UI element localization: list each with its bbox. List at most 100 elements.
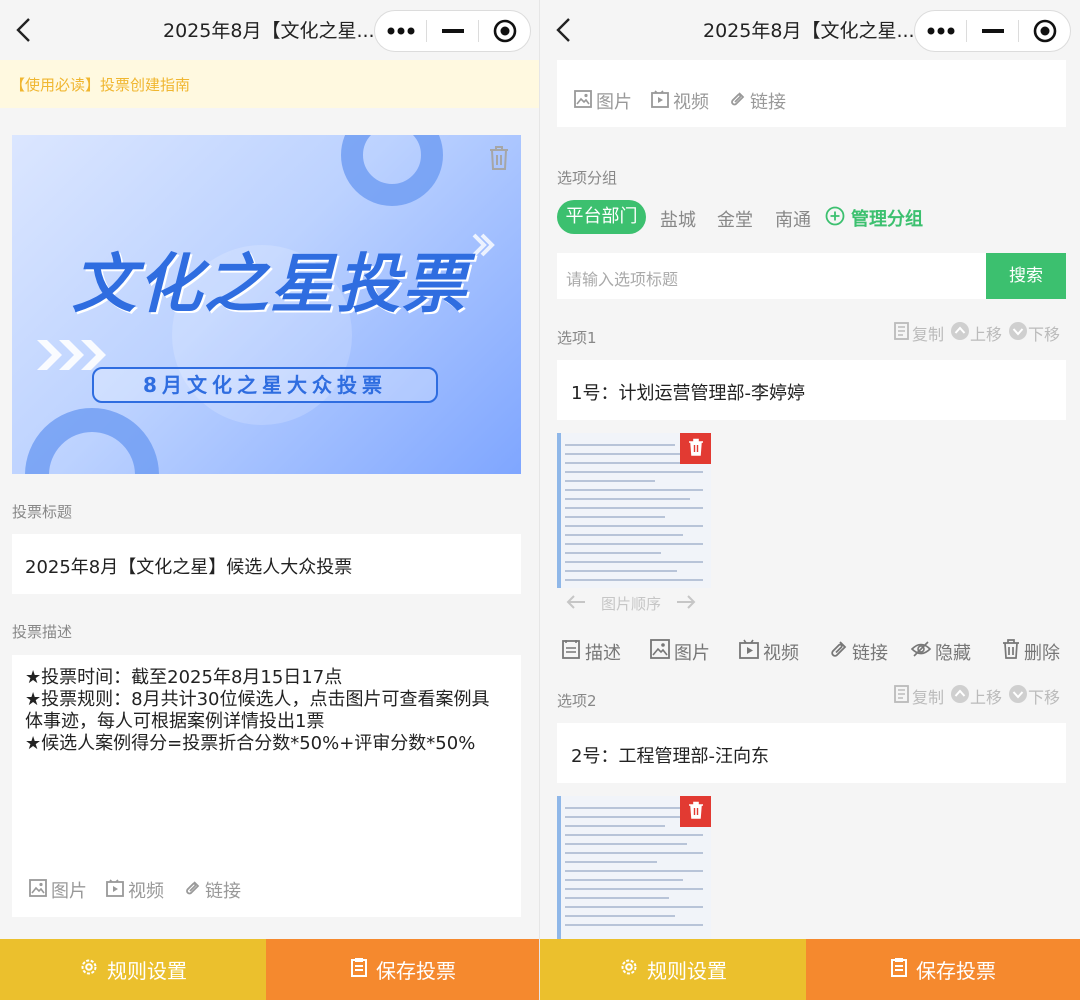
nav-title: 2025年8月【文化之星... <box>163 20 373 42</box>
group-field-label: 选项分组 <box>557 169 618 187</box>
group-tag[interactable]: 南通 <box>775 206 811 232</box>
delete-cover-icon[interactable] <box>487 145 511 175</box>
option-label: 选项2 <box>557 692 597 710</box>
option-operations: 复制 上移 下移 <box>886 684 1060 708</box>
option-title-input[interactable]: 1号：计划运营管理部-李婷婷 <box>557 360 1066 420</box>
close-target-icon[interactable] <box>1019 11 1070 51</box>
arrow-up-circle-icon <box>950 321 970 345</box>
option-delete-label: 删除 <box>1024 642 1060 664</box>
more-icon[interactable] <box>375 11 426 51</box>
group-tag-active[interactable]: 平台部门 <box>557 200 646 234</box>
copy-button[interactable]: 复制 <box>892 321 944 345</box>
banner-title: 文化之星投票 <box>72 248 468 322</box>
add-video-label: 视频 <box>673 92 709 113</box>
back-icon[interactable] <box>552 16 576 44</box>
rules-settings-button[interactable]: 规则设置 <box>0 939 266 1000</box>
title-field-label: 投票标题 <box>12 503 73 521</box>
arrow-left-icon[interactable] <box>565 594 587 614</box>
description-line: ★候选人案例得分=投票折合分数*50%+评审分数*50% <box>25 733 476 754</box>
option-link-button[interactable]: 链接 <box>827 638 888 665</box>
option-title-value: 1号：计划运营管理部-李婷婷 <box>571 383 805 404</box>
move-up-label: 上移 <box>970 325 1003 344</box>
arrow-down-circle-icon <box>1008 321 1028 345</box>
move-down-button[interactable]: 下移 <box>1008 321 1060 345</box>
option-label: 选项1 <box>557 329 597 347</box>
usage-guide-link[interactable]: 【使用必读】投票创建指南 <box>0 60 539 108</box>
gear-icon <box>79 957 107 982</box>
option-hide-button[interactable]: 隐藏 <box>910 638 971 665</box>
group-tag[interactable]: 金堂 <box>717 206 753 232</box>
add-image-button[interactable]: 图片 <box>28 877 87 903</box>
description-tools: 图片 视频 链接 <box>573 88 804 114</box>
add-image-label: 图片 <box>596 92 632 113</box>
nav-bar: 2025年8月【文化之星... <box>0 0 539 60</box>
option-tools: 描述 图片 视频 链接 隐藏 删除 <box>560 638 1060 665</box>
move-up-button[interactable]: 上移 <box>950 684 1002 708</box>
option-image-button[interactable]: 图片 <box>649 638 710 665</box>
move-up-button[interactable]: 上移 <box>950 321 1002 345</box>
document-icon <box>560 638 585 665</box>
trash-icon <box>1001 638 1024 665</box>
add-link-button[interactable]: 链接 <box>182 877 241 903</box>
option-title-value: 2号：工程管理部-汪向东 <box>571 746 769 767</box>
copy-label: 复制 <box>912 325 945 344</box>
arrow-right-icon[interactable] <box>675 594 697 614</box>
banner-subtitle: 8月文化之星大众投票 <box>92 367 438 403</box>
rules-settings-label: 规则设置 <box>107 959 187 983</box>
delete-image-button[interactable] <box>680 433 711 464</box>
add-link-button[interactable]: 链接 <box>727 88 786 114</box>
bottom-action-bar: 规则设置 保存投票 <box>540 939 1080 1000</box>
add-video-button[interactable]: 视频 <box>105 877 164 903</box>
option-title-input[interactable]: 2号：工程管理部-汪向东 <box>557 723 1066 783</box>
eye-off-icon <box>910 638 935 665</box>
plus-circle-icon <box>825 206 845 231</box>
option-search-input[interactable]: 请输入选项标题 <box>557 253 987 299</box>
option-delete-button[interactable]: 删除 <box>1001 638 1060 665</box>
close-target-icon[interactable] <box>479 11 530 51</box>
option-image-thumbnail[interactable] <box>557 433 711 588</box>
link-icon <box>827 638 852 665</box>
group-tag[interactable]: 盐城 <box>660 206 696 232</box>
add-video-label: 视频 <box>128 881 164 902</box>
move-down-label: 下移 <box>1028 325 1061 344</box>
thumb-edge <box>557 796 561 939</box>
option-image-thumbnail[interactable] <box>557 796 711 939</box>
option-desc-button[interactable]: 描述 <box>560 638 621 665</box>
back-icon[interactable] <box>12 16 36 44</box>
manage-groups-button[interactable]: 管理分组 <box>825 205 923 231</box>
delete-image-button[interactable] <box>680 796 711 827</box>
save-vote-button[interactable]: 保存投票 <box>266 939 539 1000</box>
minimize-icon[interactable] <box>427 11 478 51</box>
vote-title-input[interactable]: 2025年8月【文化之星】候选人大众投票 <box>12 534 521 594</box>
search-button[interactable]: 搜索 <box>986 253 1066 299</box>
copy-button[interactable]: 复制 <box>892 684 944 708</box>
rules-settings-label: 规则设置 <box>647 959 727 983</box>
more-icon[interactable] <box>915 11 966 51</box>
add-video-button[interactable]: 视频 <box>650 88 709 114</box>
option-link-label: 链接 <box>852 642 888 664</box>
option-video-label: 视频 <box>763 642 799 664</box>
clipboard-icon <box>350 957 376 982</box>
video-icon <box>738 638 763 665</box>
add-image-button[interactable]: 图片 <box>573 88 632 114</box>
search-placeholder: 请输入选项标题 <box>566 270 679 289</box>
vote-description-input[interactable]: ★投票时间：截至2025年8月15日17点 ★投票规则：8月共计30位候选人，点… <box>12 655 521 917</box>
move-down-button[interactable]: 下移 <box>1008 684 1060 708</box>
trash-icon <box>688 801 704 823</box>
video-icon <box>105 878 128 903</box>
mini-program-capsule <box>374 10 531 52</box>
minimize-icon[interactable] <box>967 11 1018 51</box>
cover-banner[interactable]: 文化之星投票 8月文化之星大众投票 <box>12 135 521 474</box>
description-box-bottom[interactable]: 图片 视频 链接 <box>557 60 1066 127</box>
image-order-label: 图片顺序 <box>601 595 662 613</box>
gear-icon <box>619 957 647 982</box>
right-panel: 2025年8月【文化之星... 图片 视频 链接 选项分组 平台部门 盐城 金堂… <box>540 0 1080 1000</box>
save-vote-button[interactable]: 保存投票 <box>806 939 1080 1000</box>
option-video-button[interactable]: 视频 <box>738 638 799 665</box>
rules-settings-button[interactable]: 规则设置 <box>540 939 806 1000</box>
arrow-down-circle-icon <box>1008 684 1028 708</box>
move-up-label: 上移 <box>970 688 1003 707</box>
add-link-label: 链接 <box>205 881 241 902</box>
image-icon <box>573 89 596 114</box>
thumb-edge <box>557 433 561 588</box>
